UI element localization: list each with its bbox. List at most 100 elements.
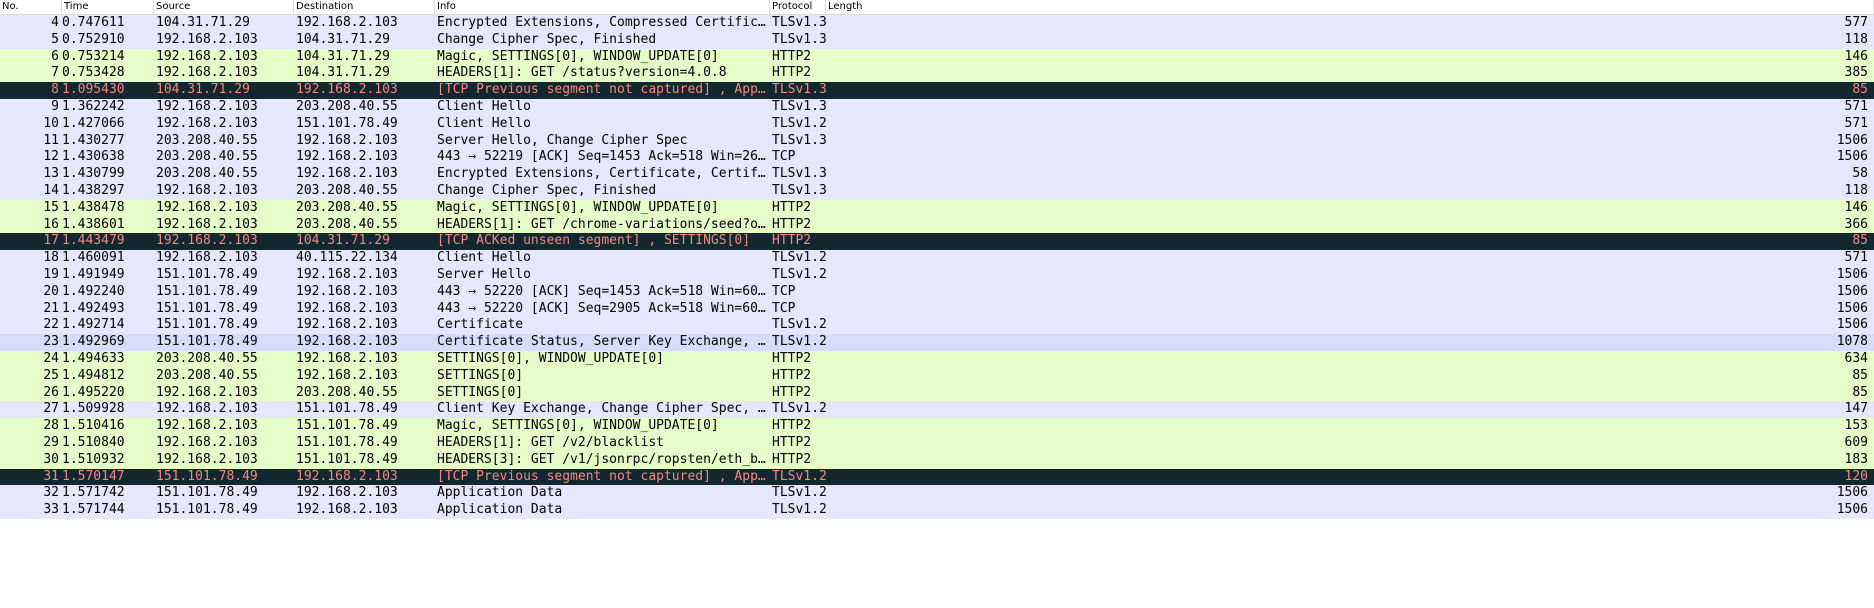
packet-time: 1.430638 bbox=[62, 149, 125, 165]
packet-row[interactable]: 17 1.443479 192.168.2.103 104.31.71.29 [TCP … bbox=[0, 233, 1874, 251]
packet-time: 1.510416 bbox=[62, 418, 125, 434]
packet-row[interactable]: 24 1.494633 203.208.40.55 192.168.2.103 SETT… bbox=[0, 350, 1874, 368]
packet-protocol: TLSv1.3 bbox=[772, 31, 826, 47]
packet-row[interactable]: 4 0.747611 104.31.71.29 192.168.2.103 Encryp… bbox=[0, 15, 1874, 32]
column-header-time[interactable]: Time bbox=[62, 0, 154, 14]
packet-source: 203.208.40.55 bbox=[156, 350, 258, 366]
packet-time: 1.492493 bbox=[62, 300, 125, 316]
packet-info: Client Hello bbox=[437, 250, 531, 266]
packet-no: 4 bbox=[51, 15, 59, 30]
column-header-no[interactable]: No. bbox=[0, 0, 62, 14]
column-header-length[interactable]: Length bbox=[826, 0, 1874, 14]
packet-row[interactable]: 10 1.427066 192.168.2.103 151.101.78.49 Clie… bbox=[0, 115, 1874, 133]
packet-protocol: TCP bbox=[772, 300, 796, 316]
packet-row[interactable]: 14 1.438297 192.168.2.103 203.208.40.55 Chan… bbox=[0, 182, 1874, 200]
packet-row[interactable]: 28 1.510416 192.168.2.103 151.101.78.49 Magi… bbox=[0, 418, 1874, 435]
packet-row[interactable]: 6 0.753214 192.168.2.103 104.31.71.29 Magic,… bbox=[0, 48, 1874, 66]
packet-row[interactable]: 11 1.430277 203.208.40.55 192.168.2.103 Serv… bbox=[0, 132, 1874, 150]
packet-destination: 104.31.71.29 bbox=[296, 48, 390, 64]
packet-source: 192.168.2.103 bbox=[156, 384, 258, 400]
packet-row[interactable]: 23 1.492969 151.101.78.49 192.168.2.103 Cert… bbox=[0, 334, 1874, 351]
packet-row[interactable]: 25 1.494812 203.208.40.55 192.168.2.103 SETT… bbox=[0, 367, 1874, 385]
packet-row[interactable]: 9 1.362242 192.168.2.103 203.208.40.55 Clien… bbox=[0, 98, 1874, 116]
packet-row[interactable]: 20 1.492240 151.101.78.49 192.168.2.103 443 … bbox=[0, 283, 1874, 301]
packet-protocol: TLSv1.2 bbox=[772, 334, 826, 350]
packet-protocol: TCP bbox=[772, 283, 796, 299]
packet-length: 571 bbox=[1844, 115, 1868, 131]
packet-time: 1.494633 bbox=[62, 350, 125, 366]
packet-protocol: TLSv1.3 bbox=[772, 166, 826, 182]
packet-destination: 104.31.71.29 bbox=[296, 31, 390, 47]
packet-row[interactable]: 26 1.495220 192.168.2.103 203.208.40.55 SETT… bbox=[0, 384, 1874, 402]
packet-destination: 203.208.40.55 bbox=[296, 216, 398, 232]
packet-info: Application Data bbox=[437, 485, 563, 501]
packet-row[interactable]: 8 1.095430 104.31.71.29 192.168.2.103 [TCP P… bbox=[0, 82, 1874, 99]
packet-length: 577 bbox=[1844, 15, 1868, 30]
packet-row[interactable]: 7 0.753428 192.168.2.103 104.31.71.29 HEADER… bbox=[0, 65, 1874, 83]
packet-destination: 203.208.40.55 bbox=[296, 182, 398, 198]
packet-row[interactable]: 5 0.752910 192.168.2.103 104.31.71.29 Change… bbox=[0, 31, 1874, 49]
packet-info: Server Hello bbox=[437, 266, 531, 282]
packet-no: 19 bbox=[43, 266, 59, 282]
packet-row[interactable]: 30 1.510932 192.168.2.103 151.101.78.49 HEAD… bbox=[0, 451, 1874, 469]
packet-protocol: HTTP2 bbox=[772, 216, 812, 232]
packet-row[interactable]: 16 1.438601 192.168.2.103 203.208.40.55 HEAD… bbox=[0, 216, 1874, 234]
packet-row[interactable]: 22 1.492714 151.101.78.49 192.168.2.103 Cert… bbox=[0, 317, 1874, 335]
packet-length: 58 bbox=[1852, 166, 1868, 182]
packet-no: 29 bbox=[43, 434, 59, 450]
column-header-source[interactable]: Source bbox=[154, 0, 294, 14]
packet-source: 192.168.2.103 bbox=[156, 451, 258, 467]
packet-protocol: TLSv1.2 bbox=[772, 401, 826, 417]
packet-time: 0.752910 bbox=[62, 31, 125, 47]
packet-source: 104.31.71.29 bbox=[156, 82, 250, 98]
packet-length: 1506 bbox=[1836, 300, 1868, 316]
packet-row[interactable]: 18 1.460091 192.168.2.103 40.115.22.134 Clie… bbox=[0, 250, 1874, 267]
packet-no: 20 bbox=[43, 283, 59, 299]
packet-row[interactable]: 29 1.510840 192.168.2.103 151.101.78.49 HEAD… bbox=[0, 434, 1874, 452]
column-header-destination[interactable]: Destination bbox=[294, 0, 435, 14]
packet-source: 151.101.78.49 bbox=[156, 485, 258, 501]
packet-length: 609 bbox=[1844, 434, 1868, 450]
packet-source: 151.101.78.49 bbox=[156, 317, 258, 333]
packet-info: SETTINGS[0] bbox=[437, 367, 524, 383]
packet-protocol: TLSv1.2 bbox=[772, 317, 826, 333]
packet-destination: 151.101.78.49 bbox=[296, 451, 398, 467]
packet-time: 1.495220 bbox=[62, 384, 125, 400]
column-header-info[interactable]: Info bbox=[435, 0, 770, 14]
packet-no: 10 bbox=[43, 115, 59, 131]
packet-length: 183 bbox=[1844, 451, 1868, 467]
packet-list: 4 0.747611 104.31.71.29 192.168.2.103 Encryp… bbox=[0, 15, 1874, 519]
packet-row[interactable]: 13 1.430799 203.208.40.55 192.168.2.103 Encr… bbox=[0, 166, 1874, 183]
packet-length: 634 bbox=[1844, 350, 1868, 366]
packet-info: HEADERS[1]: GET /chrome-variations/seed?… bbox=[437, 216, 769, 232]
packet-info: [TCP Previous segment not captured] , Ap… bbox=[437, 82, 769, 98]
packet-no: 24 bbox=[43, 350, 59, 366]
packet-row[interactable]: 15 1.438478 192.168.2.103 203.208.40.55 Magi… bbox=[0, 199, 1874, 217]
packet-source: 192.168.2.103 bbox=[156, 115, 258, 131]
packet-source: 203.208.40.55 bbox=[156, 166, 258, 182]
packet-destination: 151.101.78.49 bbox=[296, 401, 398, 417]
packet-row[interactable]: 31 1.570147 151.101.78.49 192.168.2.103 [TCP… bbox=[0, 468, 1874, 486]
packet-no: 9 bbox=[51, 98, 59, 114]
packet-length: 146 bbox=[1844, 199, 1868, 215]
packet-row[interactable]: 27 1.509928 192.168.2.103 151.101.78.49 Clie… bbox=[0, 401, 1874, 419]
packet-protocol: HTTP2 bbox=[772, 434, 812, 450]
packet-row[interactable]: 19 1.491949 151.101.78.49 192.168.2.103 Serv… bbox=[0, 266, 1874, 284]
column-header-protocol[interactable]: Protocol bbox=[770, 0, 826, 14]
packet-protocol: TLSv1.3 bbox=[772, 82, 826, 98]
packet-info: 443 → 52220 [ACK] Seq=1453 Ack=518 Win=6… bbox=[437, 283, 769, 299]
packet-row[interactable]: 33 1.571744 151.101.78.49 192.168.2.103 Appl… bbox=[0, 502, 1874, 519]
packet-protocol: HTTP2 bbox=[772, 233, 812, 249]
packet-row[interactable]: 32 1.571742 151.101.78.49 192.168.2.103 Appl… bbox=[0, 485, 1874, 503]
packet-protocol: TLSv1.2 bbox=[772, 502, 826, 518]
packet-row[interactable]: 12 1.430638 203.208.40.55 192.168.2.103 443 … bbox=[0, 149, 1874, 167]
packet-length: 85 bbox=[1852, 384, 1868, 400]
packet-source: 151.101.78.49 bbox=[156, 266, 258, 282]
packet-length: 1506 bbox=[1836, 283, 1868, 299]
packet-source: 192.168.2.103 bbox=[156, 250, 258, 266]
packet-row[interactable]: 21 1.492493 151.101.78.49 192.168.2.103 443 … bbox=[0, 300, 1874, 318]
packet-time: 1.571742 bbox=[62, 485, 125, 501]
packet-time: 1.492969 bbox=[62, 334, 125, 350]
packet-info: 443 → 52220 [ACK] Seq=2905 Ack=518 Win=6… bbox=[437, 300, 769, 316]
packet-source: 192.168.2.103 bbox=[156, 233, 258, 249]
